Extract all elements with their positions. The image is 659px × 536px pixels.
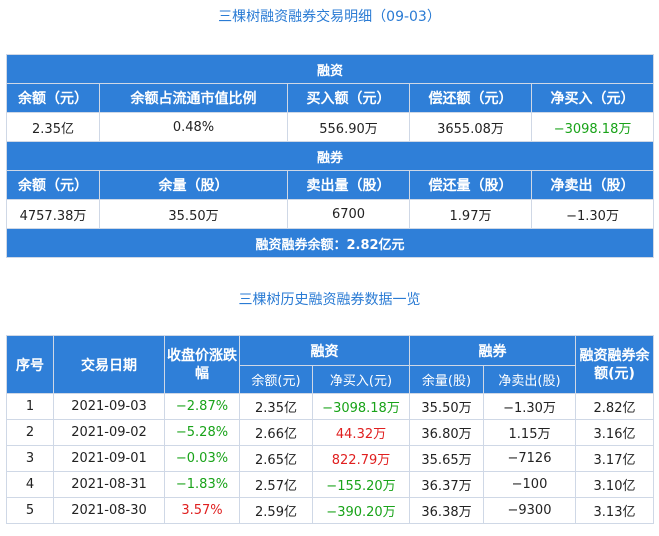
change-cell: −2.87% [164, 393, 240, 420]
header-fin-balance: 余额(元) [239, 365, 313, 394]
seq-cell: 4 [6, 471, 54, 498]
lend-net-sell-cell: −7126 [483, 445, 576, 472]
header-seq: 序号 [6, 335, 54, 394]
value-cell: 6700 [287, 199, 410, 229]
financing-band-row: 融资 [5, 54, 655, 84]
fin-balance-cell: 2.66亿 [239, 419, 313, 446]
table-row: 5 2021-08-30 3.57% 2.59亿 −390.20万 36.38万… [6, 497, 654, 524]
header-lend-net-sell: 净卖出(股) [483, 365, 576, 394]
header-change: 收盘价涨跌幅 [164, 335, 240, 394]
lending-band-row: 融券 [5, 141, 655, 171]
change-cell: 3.57% [164, 497, 240, 524]
fin-balance-cell: 2.65亿 [239, 445, 313, 472]
trade-detail-table: 融资 余额（元） 余额占流通市值比例 买入额（元） 偿还额（元） 净买入（元） … [5, 54, 655, 258]
table-row: 4 2021-08-31 −1.83% 2.57亿 −155.20万 36.37… [6, 471, 654, 498]
seq-cell: 3 [6, 445, 54, 472]
header-cell: 卖出量（股） [287, 170, 410, 200]
change-cell: −1.83% [164, 471, 240, 498]
value-cell: 35.50万 [99, 199, 288, 229]
seq-cell: 2 [6, 419, 54, 446]
change-cell: −5.28% [164, 419, 240, 446]
table-row: 2 2021-09-02 −5.28% 2.66亿 44.32万 36.80万 … [6, 419, 654, 446]
date-cell: 2021-09-02 [53, 419, 165, 446]
total-cell: 3.17亿 [575, 445, 654, 472]
header-date: 交易日期 [53, 335, 165, 394]
header-cell: 余额占流通市值比例 [99, 83, 288, 113]
header-financing-group: 融资 [239, 335, 410, 366]
header-cell: 偿还量（股） [409, 170, 532, 200]
change-cell: −0.03% [164, 445, 240, 472]
total-balance: 融资融券余额：2.82亿元 [5, 228, 655, 258]
header-cell: 买入额（元） [287, 83, 410, 113]
value-cell: 1.97万 [409, 199, 532, 229]
lend-net-sell-cell: 1.15万 [483, 419, 576, 446]
header-cell: 净买入（元） [530, 83, 655, 113]
lend-net-sell-cell: −100 [483, 471, 576, 498]
lend-volume-cell: 35.50万 [409, 393, 484, 420]
fin-balance-cell: 2.59亿 [239, 497, 313, 524]
value-cell: −1.30万 [530, 199, 655, 229]
lend-volume-cell: 36.80万 [409, 419, 484, 446]
value-cell: 2.35亿 [6, 112, 100, 142]
header-fin-net-buy: 净买入(元) [312, 365, 410, 394]
total-row: 融资融券余额：2.82亿元 [5, 228, 655, 258]
seq-cell: 5 [6, 497, 54, 524]
history-header-row: 序号 交易日期 收盘价涨跌幅 融资 融券 融资融券余额(元) [6, 335, 654, 394]
fin-net-buy-cell: −390.20万 [312, 497, 410, 524]
total-cell: 3.10亿 [575, 471, 654, 498]
lend-net-sell-cell: −1.30万 [483, 393, 576, 420]
value-cell: 4757.38万 [6, 199, 100, 229]
lending-header-row: 余额（元） 余量（股） 卖出量（股） 偿还量（股） 净卖出（股） [6, 170, 655, 200]
page-title: 三棵树融资融券交易明细（09-03） [218, 9, 441, 25]
date-cell: 2021-08-31 [53, 471, 165, 498]
fin-net-buy-cell: −3098.18万 [312, 393, 410, 420]
financing-header-row: 余额（元） 余额占流通市值比例 买入额（元） 偿还额（元） 净买入（元） [6, 83, 655, 113]
history-title: 三棵树历史融资融券数据一览 [238, 292, 421, 308]
fin-net-buy-cell: −155.20万 [312, 471, 410, 498]
table-row: 3 2021-09-01 −0.03% 2.65亿 822.79万 35.65万… [6, 445, 654, 472]
header-cell: 偿还额（元） [409, 83, 532, 113]
total-cell: 3.16亿 [575, 419, 654, 446]
lend-volume-cell: 36.38万 [409, 497, 484, 524]
header-cell: 余额（元） [6, 170, 100, 200]
header-cell: 净卖出（股） [530, 170, 655, 200]
header-lend-volume: 余量(股) [409, 365, 484, 394]
header-lending-group: 融券 [409, 335, 576, 366]
value-cell: −3098.18万 [530, 112, 655, 142]
fin-balance-cell: 2.35亿 [239, 393, 313, 420]
header-total-balance: 融资融券余额(元) [575, 335, 654, 394]
lending-value-row: 4757.38万 35.50万 6700 1.97万 −1.30万 [6, 199, 655, 229]
total-cell: 3.13亿 [575, 497, 654, 524]
table-row: 1 2021-09-03 −2.87% 2.35亿 −3098.18万 35.5… [6, 393, 654, 420]
value-cell: 3655.08万 [409, 112, 532, 142]
lend-volume-cell: 35.65万 [409, 445, 484, 472]
value-cell: 0.48% [99, 112, 288, 142]
lend-volume-cell: 36.37万 [409, 471, 484, 498]
fin-net-buy-cell: 822.79万 [312, 445, 410, 472]
fin-balance-cell: 2.57亿 [239, 471, 313, 498]
financing-band: 融资 [5, 54, 655, 84]
seq-cell: 1 [6, 393, 54, 420]
lend-net-sell-cell: −9300 [483, 497, 576, 524]
lending-band: 融券 [5, 141, 655, 171]
financing-value-row: 2.35亿 0.48% 556.90万 3655.08万 −3098.18万 [6, 112, 655, 142]
value-cell: 556.90万 [287, 112, 410, 142]
header-cell: 余额（元） [6, 83, 100, 113]
fin-net-buy-cell: 44.32万 [312, 419, 410, 446]
total-cell: 2.82亿 [575, 393, 654, 420]
date-cell: 2021-09-01 [53, 445, 165, 472]
history-table: 序号 交易日期 收盘价涨跌幅 融资 融券 融资融券余额(元) 余额(元) 净买入… [6, 335, 654, 524]
date-cell: 2021-09-03 [53, 393, 165, 420]
date-cell: 2021-08-30 [53, 497, 165, 524]
header-cell: 余量（股） [99, 170, 288, 200]
